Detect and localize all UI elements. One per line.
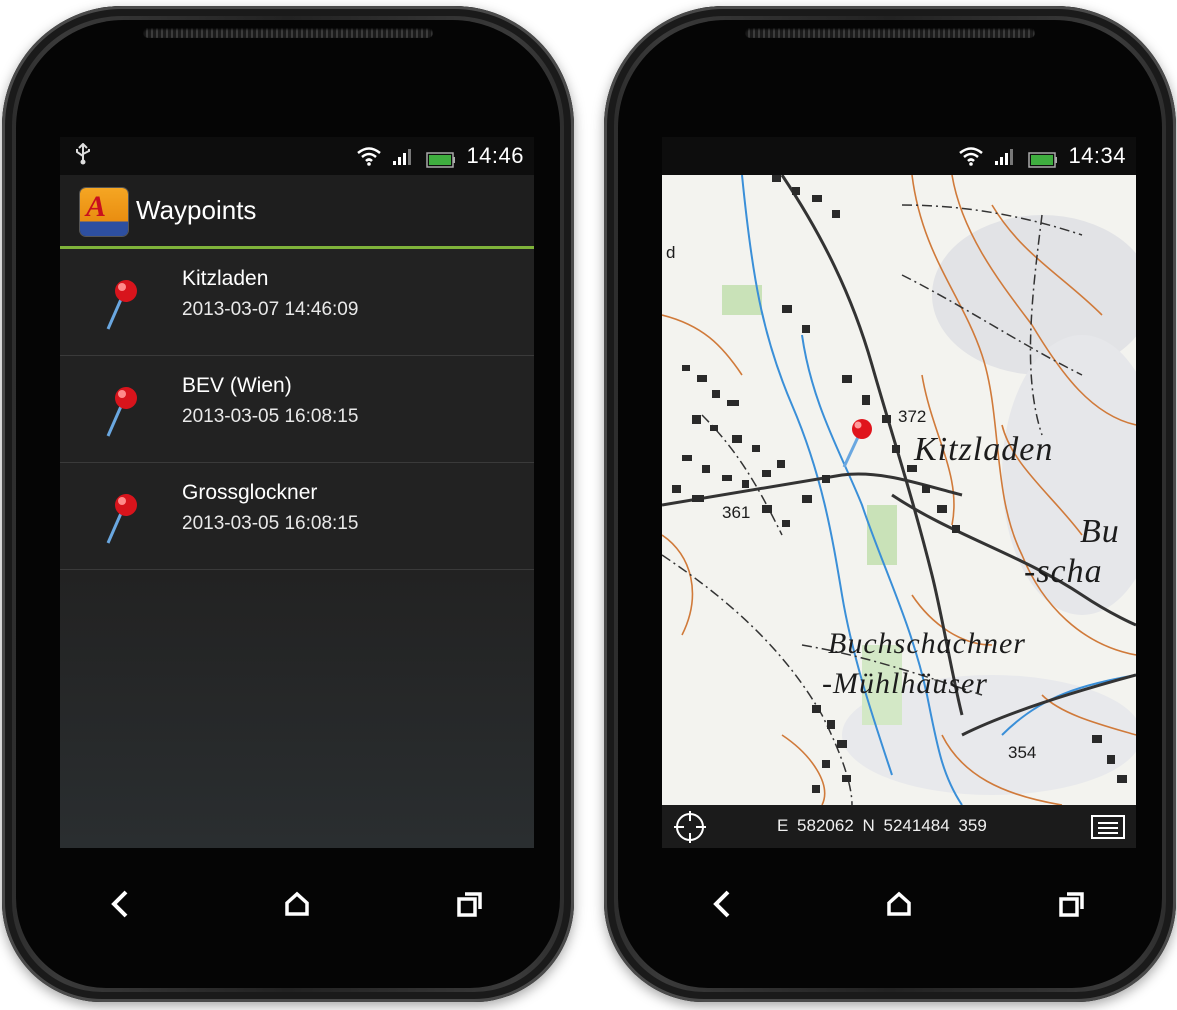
recents-icon[interactable] <box>1052 884 1092 924</box>
map-label-muehlhaeuser: -Mühlhäuser <box>822 667 988 700</box>
map-label-bu: Bu <box>1080 513 1120 550</box>
status-bar: 14:34 <box>662 137 1136 175</box>
map-label-altitude: 361 <box>722 503 751 522</box>
phone-left: 14:46 A Waypoints Kitzladen 2013-03-07 1… <box>2 6 574 1002</box>
page-title: Waypoints <box>136 195 257 225</box>
map-label-altitude: 354 <box>1008 743 1037 762</box>
list-item[interactable]: Kitzladen 2013-03-07 14:46:09 <box>60 249 534 356</box>
status-icons: 14:34 <box>958 143 1126 169</box>
nav-keys <box>662 876 1136 936</box>
home-icon[interactable] <box>277 884 317 924</box>
status-time: 14:34 <box>1068 143 1126 168</box>
wifi-icon <box>958 146 984 166</box>
app-bar: A Waypoints <box>60 175 534 249</box>
crosshair-icon[interactable] <box>672 809 708 845</box>
map-label-kitzladen: Kitzladen <box>914 431 1054 468</box>
signal-icon <box>392 146 416 166</box>
usb-icon <box>74 142 92 171</box>
list-item[interactable]: BEV (Wien) 2013-03-05 16:08:15 <box>60 356 534 463</box>
status-icons: 14:46 <box>356 143 524 169</box>
waypoint-date: 2013-03-07 14:46:09 <box>182 299 359 320</box>
status-bar: 14:46 <box>60 137 534 175</box>
topographic-map[interactable]: d 372 Kitzladen 361 Bu -scha Buchschachn… <box>662 175 1136 805</box>
waypoint-name: Kitzladen <box>182 267 269 290</box>
map-label-fragment: d <box>666 243 676 262</box>
menu-icon[interactable] <box>1090 814 1126 840</box>
back-icon[interactable] <box>100 884 140 924</box>
waypoint-date: 2013-03-05 16:08:15 <box>182 406 359 427</box>
map-artwork <box>662 175 1136 805</box>
speaker-grille <box>745 28 1035 38</box>
waypoint-list: Kitzladen 2013-03-07 14:46:09 BEV (Wien)… <box>60 249 534 570</box>
map-pin-icon <box>106 494 137 544</box>
speaker-grille <box>143 28 433 38</box>
map-label-scha: -scha <box>1024 553 1103 590</box>
app-logo[interactable]: A <box>80 188 128 236</box>
recents-icon[interactable] <box>450 884 490 924</box>
coordinate-readout: E 582062 N 5241484 359 <box>777 816 987 835</box>
map-label-buchschachner: Buchschachner <box>828 627 1026 660</box>
status-time: 14:46 <box>466 143 524 168</box>
signal-icon <box>994 146 1018 166</box>
map-screen: 14:34 d 372 Kitzladen 361 Bu -scha Buchs… <box>662 137 1136 848</box>
waypoints-screen: 14:46 A Waypoints Kitzladen 2013-03-07 1… <box>60 137 534 848</box>
back-icon[interactable] <box>702 884 742 924</box>
map-pin-icon <box>106 280 137 330</box>
map-bottom-bar: E 582062 N 5241484 359 <box>662 805 1136 848</box>
home-icon[interactable] <box>879 884 919 924</box>
phone-right: 14:34 d 372 Kitzladen 361 Bu -scha Buchs… <box>604 6 1176 1002</box>
waypoint-date: 2013-03-05 16:08:15 <box>182 513 359 534</box>
nav-keys <box>60 876 534 936</box>
list-empty-area <box>60 570 534 848</box>
list-item[interactable]: Grossglockner 2013-03-05 16:08:15 <box>60 463 534 570</box>
battery-icon <box>426 148 456 168</box>
waypoint-name: BEV (Wien) <box>182 374 292 397</box>
map-pin-icon <box>106 387 137 437</box>
battery-icon <box>1028 148 1058 168</box>
map-label-altitude: 372 <box>898 407 927 426</box>
wifi-icon <box>356 146 382 166</box>
app-logo-letter: A <box>86 190 107 223</box>
waypoint-name: Grossglockner <box>182 481 318 504</box>
